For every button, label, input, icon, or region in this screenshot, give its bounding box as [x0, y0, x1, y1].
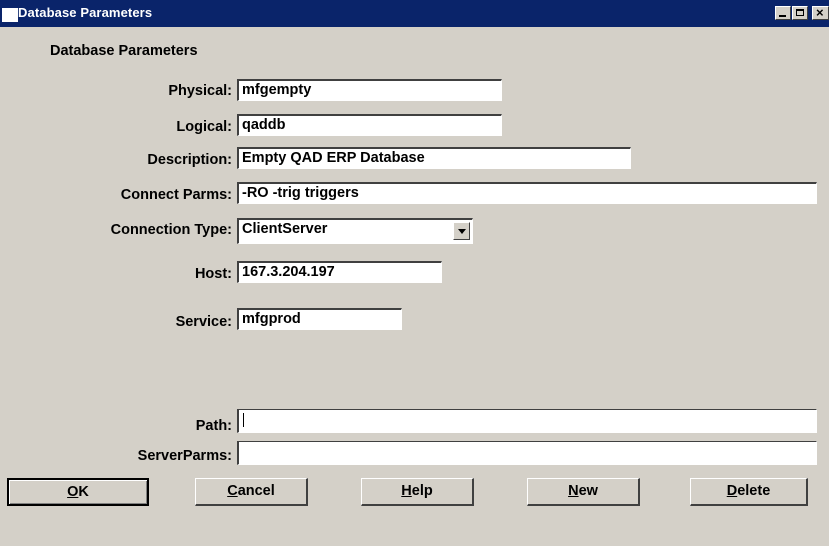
maximize-button[interactable]	[792, 6, 808, 20]
delete-button[interactable]: Delete	[690, 478, 808, 506]
close-button[interactable]: ×	[812, 5, 829, 20]
help-label: elp	[411, 483, 433, 499]
group-title: Database Parameters	[50, 43, 198, 59]
ok-mnemonic: O	[67, 484, 79, 500]
title-bar[interactable]: Database Parameters ×	[0, 0, 829, 27]
window-icon	[2, 8, 18, 22]
chevron-down-icon	[458, 229, 466, 234]
ok-label: K	[78, 484, 89, 500]
physical-label: Physical:	[168, 83, 232, 99]
logical-label: Logical:	[176, 119, 232, 135]
cancel-label: ancel	[237, 483, 275, 499]
new-mnemonic: N	[568, 483, 579, 499]
new-label: ew	[578, 483, 598, 499]
description-label: Description:	[147, 152, 232, 168]
new-button[interactable]: New	[527, 478, 640, 506]
database-parameters-window: Database Parameters × Database Parameter…	[0, 0, 829, 546]
host-label: Host:	[194, 266, 232, 282]
logical-input[interactable]: qaddb	[237, 114, 502, 136]
server-parms-input[interactable]	[237, 441, 817, 465]
delete-label: elete	[737, 483, 771, 499]
connection-type-value: ClientServer	[242, 221, 328, 237]
host-input[interactable]: 167.3.204.197	[237, 261, 442, 283]
connection-type-dropdown-button[interactable]	[453, 222, 470, 240]
path-label: Path:	[195, 418, 232, 434]
physical-input[interactable]: mfgempty	[237, 79, 502, 101]
service-input[interactable]: mfgprod	[237, 308, 402, 330]
close-icon: ×	[816, 5, 824, 20]
maximize-icon	[796, 9, 804, 16]
connect-parms-label: Connect Parms:	[120, 187, 232, 203]
delete-mnemonic: D	[726, 483, 738, 499]
help-mnemonic: H	[401, 483, 412, 499]
service-label: Service:	[175, 314, 232, 330]
connect-parms-input[interactable]: -RO -trig triggers	[237, 182, 817, 204]
minimize-icon	[779, 15, 786, 17]
ok-button[interactable]: OK	[7, 478, 149, 506]
connection-type-label: Connection Type:	[110, 222, 232, 238]
description-input[interactable]: Empty QAD ERP Database	[237, 147, 631, 169]
cancel-button[interactable]: Cancel	[195, 478, 308, 506]
help-button[interactable]: Help	[361, 478, 474, 506]
text-caret	[243, 413, 244, 427]
connection-type-select[interactable]: ClientServer	[237, 218, 473, 244]
path-input[interactable]	[237, 409, 817, 433]
cancel-mnemonic: C	[227, 483, 238, 499]
minimize-button[interactable]	[775, 6, 791, 20]
window-title: Database Parameters	[18, 5, 153, 20]
server-parms-label: ServerParms:	[137, 448, 232, 464]
